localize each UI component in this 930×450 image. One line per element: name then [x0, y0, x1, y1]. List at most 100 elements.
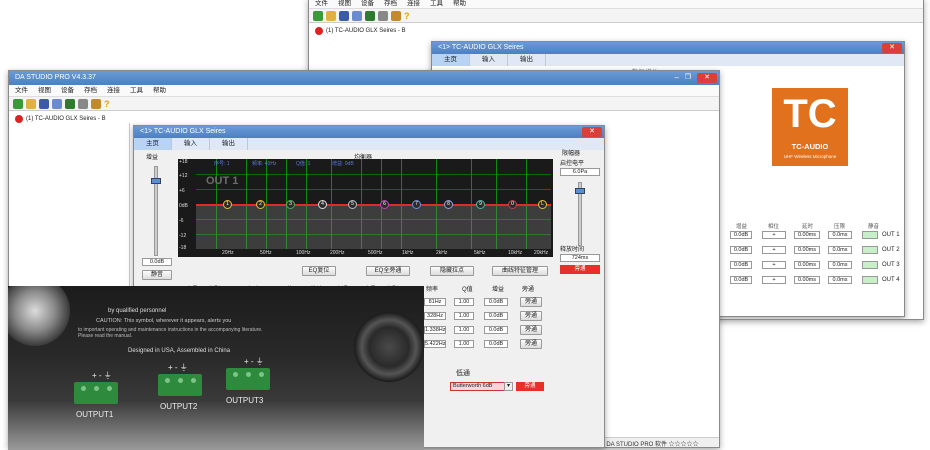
eq-point-2[interactable]: 2 — [256, 200, 265, 209]
chevron-down-icon[interactable]: ▾ — [504, 382, 513, 391]
band-q[interactable]: 1.00 — [454, 298, 474, 306]
lowpass-filter-select[interactable]: Butterworth 6dB — [450, 382, 508, 391]
settings-icon[interactable] — [78, 99, 88, 109]
band-q[interactable]: 1.00 — [454, 312, 474, 320]
row-mute-toggle[interactable] — [862, 261, 878, 269]
row-phase[interactable]: + — [762, 261, 786, 269]
back-tree-item[interactable]: (1) TC-AUDIO GLX Seires - B — [309, 23, 923, 39]
settings-icon[interactable] — [378, 11, 388, 21]
row-delay[interactable]: 0.00ms — [794, 276, 820, 284]
limiter-slider-thumb[interactable] — [575, 188, 585, 194]
row-gain[interactable]: 0.0dB — [730, 231, 752, 239]
paste-icon[interactable] — [65, 99, 75, 109]
eq-point-4[interactable]: 4 — [318, 200, 327, 209]
menu-file[interactable]: 文件 — [315, 0, 328, 8]
band-gain[interactable]: 0.0dB — [484, 340, 508, 348]
band-bypass-button[interactable]: 旁通 — [520, 325, 542, 335]
band-bypass-button[interactable]: 旁通 — [520, 339, 542, 349]
tab-output[interactable]: 输出 — [508, 54, 546, 66]
band-gain[interactable]: 0.0dB — [484, 326, 508, 334]
row-mute-toggle[interactable] — [862, 231, 878, 239]
band-q[interactable]: 1.00 — [454, 340, 474, 348]
gain-value-field[interactable]: 0.0dB — [142, 258, 172, 266]
paste-icon[interactable] — [365, 11, 375, 21]
new-icon[interactable] — [13, 99, 23, 109]
eq-graph[interactable]: 1 2 3 4 5 6 7 8 9 0 L OUT 1 序号: 1 频率: 40… — [178, 159, 553, 257]
tab-input[interactable]: 输入 — [470, 54, 508, 66]
menu-view[interactable]: 视图 — [38, 85, 51, 96]
row-mute-toggle[interactable] — [862, 276, 878, 284]
band-freq[interactable]: 5.422Hz — [424, 340, 446, 348]
open-icon[interactable] — [326, 11, 336, 21]
eq-point-7[interactable]: 7 — [412, 200, 421, 209]
main-close-icon[interactable]: ✕ — [697, 73, 717, 83]
tab-home[interactable]: 主页 — [432, 54, 470, 66]
eq-bypass-all-button[interactable]: EQ全旁通 — [366, 266, 410, 276]
save-icon[interactable] — [39, 99, 49, 109]
menu-device[interactable]: 设备 — [61, 85, 74, 96]
eq-point-9[interactable]: 9 — [476, 200, 485, 209]
copy-icon[interactable] — [352, 11, 362, 21]
copy-icon[interactable] — [52, 99, 62, 109]
menu-tools[interactable]: 工具 — [130, 85, 143, 96]
output3-terminal[interactable] — [226, 368, 270, 390]
restore-icon[interactable]: ❐ — [685, 71, 691, 85]
menu-help[interactable]: 帮助 — [153, 85, 166, 96]
release-field[interactable]: 724ms — [560, 254, 600, 262]
tab-home[interactable]: 主页 — [134, 138, 172, 150]
lowpass-bypass-button[interactable]: 旁通 — [516, 382, 544, 391]
row-limit[interactable]: 0.0ms — [828, 246, 852, 254]
tab-output[interactable]: 输出 — [210, 138, 248, 150]
band-freq[interactable]: 1.338Hz — [424, 326, 446, 334]
band-gain[interactable]: 0.0dB — [484, 298, 508, 306]
eq-close-icon[interactable]: ✕ — [582, 127, 602, 137]
eq-point-1[interactable]: 1 — [223, 200, 232, 209]
menu-connect[interactable]: 连接 — [107, 85, 120, 96]
eq-point-8[interactable]: 8 — [444, 200, 453, 209]
help-icon[interactable]: ? — [104, 99, 114, 109]
menu-help[interactable]: 帮助 — [453, 0, 466, 8]
band-bypass-button[interactable]: 旁通 — [520, 297, 542, 307]
row-mute-toggle[interactable] — [862, 246, 878, 254]
output2-terminal[interactable] — [158, 374, 202, 396]
eq-point-11[interactable]: L — [538, 200, 547, 209]
limiter-bypass-button[interactable]: 旁通 — [560, 265, 600, 274]
row-delay[interactable]: 0.00ms — [794, 231, 820, 239]
row-limit[interactable]: 0.0ms — [828, 231, 852, 239]
open-icon[interactable] — [26, 99, 36, 109]
band-freq[interactable]: 81Hz — [424, 298, 446, 306]
minimize-icon[interactable]: – — [675, 71, 679, 85]
help-icon[interactable]: ? — [404, 11, 414, 21]
mute-button[interactable]: 静音 — [142, 270, 172, 280]
row-gain[interactable]: 0.0dB — [730, 261, 752, 269]
row-phase[interactable]: + — [762, 246, 786, 254]
band-freq[interactable]: 328Hz — [424, 312, 446, 320]
row-gain[interactable]: 0.0dB — [730, 246, 752, 254]
tools-icon[interactable] — [391, 11, 401, 21]
menu-view[interactable]: 视图 — [338, 0, 351, 8]
row-gain[interactable]: 0.0dB — [730, 276, 752, 284]
save-icon[interactable] — [339, 11, 349, 21]
row-phase[interactable]: + — [762, 231, 786, 239]
back-sub-close-icon[interactable]: ✕ — [882, 43, 902, 53]
row-phase[interactable]: + — [762, 276, 786, 284]
tab-input[interactable]: 输入 — [172, 138, 210, 150]
row-limit[interactable]: 0.0ms — [828, 276, 852, 284]
new-icon[interactable] — [313, 11, 323, 21]
eq-point-5[interactable]: 5 — [348, 200, 357, 209]
eq-point-6[interactable]: 6 — [380, 200, 389, 209]
hide-points-button[interactable]: 隐藏拉点 — [430, 266, 474, 276]
tools-icon[interactable] — [91, 99, 101, 109]
eq-reset-button[interactable]: EQ复位 — [302, 266, 336, 276]
row-delay[interactable]: 0.00ms — [794, 246, 820, 254]
eq-point-3[interactable]: 3 — [286, 200, 295, 209]
menu-file[interactable]: 文件 — [15, 85, 28, 96]
band-q[interactable]: 1.00 — [454, 326, 474, 334]
menu-device[interactable]: 设备 — [361, 0, 374, 8]
menu-connect[interactable]: 连接 — [407, 0, 420, 8]
menu-archive[interactable]: 存档 — [384, 0, 397, 8]
threshold-field[interactable]: 6.0Pa — [560, 168, 600, 176]
row-limit[interactable]: 0.0ms — [828, 261, 852, 269]
band-bypass-button[interactable]: 旁通 — [520, 311, 542, 321]
band-gain[interactable]: 0.0dB — [484, 312, 508, 320]
